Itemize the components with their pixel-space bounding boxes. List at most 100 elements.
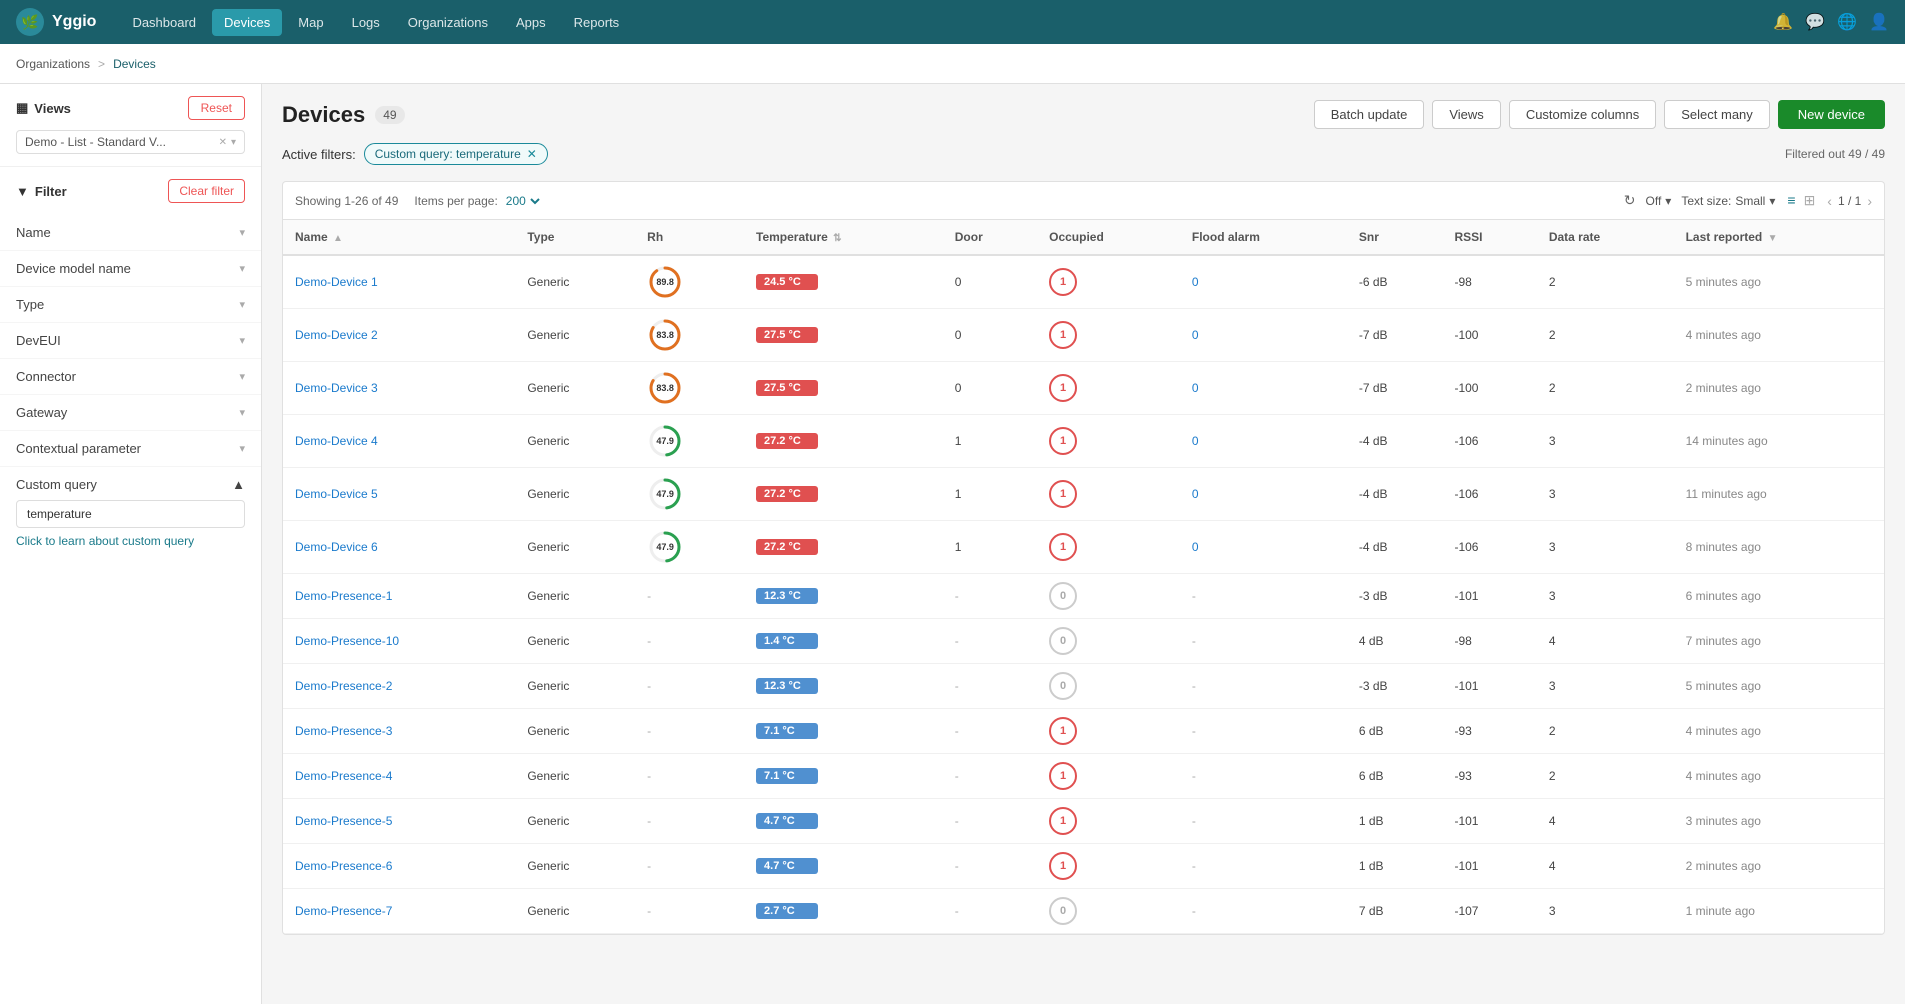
col-rssi[interactable]: RSSI bbox=[1442, 220, 1536, 255]
cell-flood: - bbox=[1180, 799, 1347, 844]
grid-view-icon[interactable]: ⊞ bbox=[1802, 190, 1818, 211]
cell-name: Demo-Device 6 bbox=[283, 521, 515, 574]
cell-datarate: 3 bbox=[1537, 415, 1674, 468]
table-row[interactable]: Demo-Device 6 Generic 47.9 27.2 °C 1 1 0… bbox=[283, 521, 1884, 574]
table-row[interactable]: Demo-Device 1 Generic 89.8 24.5 °C 0 1 0… bbox=[283, 255, 1884, 309]
col-rh[interactable]: Rh bbox=[635, 220, 744, 255]
list-view-icon[interactable]: ≡ bbox=[1785, 190, 1797, 211]
messages-icon[interactable]: 💬 bbox=[1805, 12, 1825, 32]
cell-rssi: -93 bbox=[1442, 754, 1536, 799]
filter-name[interactable]: Name ▾ bbox=[0, 215, 261, 251]
cell-door: 0 bbox=[943, 362, 1037, 415]
cell-door: - bbox=[943, 664, 1037, 709]
cell-door: - bbox=[943, 709, 1037, 754]
nav-devices[interactable]: Devices bbox=[212, 9, 282, 36]
table-row[interactable]: Demo-Presence-3 Generic - 7.1 °C - 1 - 6… bbox=[283, 709, 1884, 754]
cell-rssi: -106 bbox=[1442, 415, 1536, 468]
table-row[interactable]: Demo-Device 2 Generic 83.8 27.5 °C 0 1 0… bbox=[283, 309, 1884, 362]
cell-rh: - bbox=[635, 709, 744, 754]
globe-icon[interactable]: 🌐 bbox=[1837, 12, 1857, 32]
filter-device-model-name[interactable]: Device model name ▾ bbox=[0, 251, 261, 287]
auto-off-toggle[interactable]: Off ▾ bbox=[1646, 194, 1672, 208]
table-row[interactable]: Demo-Device 3 Generic 83.8 27.5 °C 0 1 0… bbox=[283, 362, 1884, 415]
clear-filter-button[interactable]: Clear filter bbox=[168, 179, 245, 203]
sort-icon: ⇅ bbox=[833, 233, 841, 244]
items-per-page-select[interactable]: 200 50 100 bbox=[502, 193, 543, 209]
sidebar-views-section: ▦ Views Reset Demo - List - Standard V..… bbox=[0, 84, 261, 167]
nav-organizations[interactable]: Organizations bbox=[396, 9, 500, 36]
customize-columns-button[interactable]: Customize columns bbox=[1509, 100, 1656, 129]
cell-datarate: 3 bbox=[1537, 468, 1674, 521]
text-size-selector[interactable]: Text size: Small ▾ bbox=[1681, 194, 1775, 208]
nav-map[interactable]: Map bbox=[286, 9, 335, 36]
cell-temperature: 27.2 °C bbox=[744, 415, 943, 468]
filter-deveui[interactable]: DevEUI ▾ bbox=[0, 323, 261, 359]
breadcrumb-organizations[interactable]: Organizations bbox=[16, 57, 90, 71]
col-flood-alarm[interactable]: Flood alarm bbox=[1180, 220, 1347, 255]
table-row[interactable]: Demo-Presence-5 Generic - 4.7 °C - 1 - 1… bbox=[283, 799, 1884, 844]
chevron-down-icon[interactable]: ▾ bbox=[231, 137, 236, 148]
active-filters-label: Active filters: bbox=[282, 147, 356, 162]
nav-dashboard[interactable]: Dashboard bbox=[120, 9, 208, 36]
new-device-button[interactable]: New device bbox=[1778, 100, 1885, 129]
reset-button[interactable]: Reset bbox=[188, 96, 245, 120]
cell-temperature: 27.5 °C bbox=[744, 362, 943, 415]
table-row[interactable]: Demo-Presence-2 Generic - 12.3 °C - 0 - … bbox=[283, 664, 1884, 709]
table-row[interactable]: Demo-Presence-4 Generic - 7.1 °C - 1 - 6… bbox=[283, 754, 1884, 799]
filter-tag-remove-icon[interactable]: ✕ bbox=[527, 147, 537, 161]
filter-type[interactable]: Type ▾ bbox=[0, 287, 261, 323]
user-icon[interactable]: 👤 bbox=[1869, 12, 1889, 32]
table-row[interactable]: Demo-Presence-10 Generic - 1.4 °C - 0 - … bbox=[283, 619, 1884, 664]
custom-query-help-link[interactable]: Click to learn about custom query bbox=[16, 534, 245, 548]
view-selector-text: Demo - List - Standard V... bbox=[25, 135, 215, 149]
filter-title: ▼ Filter bbox=[16, 184, 67, 199]
cell-occupied: 1 bbox=[1037, 754, 1180, 799]
select-many-button[interactable]: Select many bbox=[1664, 100, 1770, 129]
cell-type: Generic bbox=[515, 468, 635, 521]
batch-update-button[interactable]: Batch update bbox=[1314, 100, 1425, 129]
col-occupied[interactable]: Occupied bbox=[1037, 220, 1180, 255]
prev-page-button[interactable]: ‹ bbox=[1827, 193, 1832, 209]
nav-reports[interactable]: Reports bbox=[562, 9, 632, 36]
custom-query-input[interactable] bbox=[16, 500, 245, 528]
filter-contextual-parameter[interactable]: Contextual parameter ▾ bbox=[0, 431, 261, 467]
cell-last-reported: 2 minutes ago bbox=[1674, 362, 1884, 415]
col-data-rate[interactable]: Data rate bbox=[1537, 220, 1674, 255]
cell-occupied: 0 bbox=[1037, 574, 1180, 619]
col-type[interactable]: Type bbox=[515, 220, 635, 255]
col-temperature[interactable]: Temperature ⇅ bbox=[744, 220, 943, 255]
table-row[interactable]: Demo-Device 5 Generic 47.9 27.2 °C 1 1 0… bbox=[283, 468, 1884, 521]
filter-connector[interactable]: Connector ▾ bbox=[0, 359, 261, 395]
table-row[interactable]: Demo-Device 4 Generic 47.9 27.2 °C 1 1 0… bbox=[283, 415, 1884, 468]
custom-query-header[interactable]: Custom query ▲ bbox=[16, 477, 245, 492]
cell-temperature: 4.7 °C bbox=[744, 799, 943, 844]
cell-rssi: -106 bbox=[1442, 468, 1536, 521]
nav-logs[interactable]: Logs bbox=[340, 9, 392, 36]
chevron-down-icon: ▾ bbox=[1769, 194, 1775, 208]
cell-occupied: 1 bbox=[1037, 309, 1180, 362]
filter-icon: ▼ bbox=[16, 184, 29, 199]
notifications-icon[interactable]: 🔔 bbox=[1773, 12, 1793, 32]
cell-snr: -6 dB bbox=[1347, 255, 1443, 309]
col-door[interactable]: Door bbox=[943, 220, 1037, 255]
cell-type: Generic bbox=[515, 415, 635, 468]
cell-temperature: 27.5 °C bbox=[744, 309, 943, 362]
table-row[interactable]: Demo-Presence-7 Generic - 2.7 °C - 0 - 7… bbox=[283, 889, 1884, 934]
table-row[interactable]: Demo-Presence-6 Generic - 4.7 °C - 1 - 1… bbox=[283, 844, 1884, 889]
next-page-button[interactable]: › bbox=[1867, 193, 1872, 209]
cell-door: 1 bbox=[943, 468, 1037, 521]
view-selector[interactable]: Demo - List - Standard V... ✕ ▾ bbox=[16, 130, 245, 154]
col-name[interactable]: Name ▲ bbox=[283, 220, 515, 255]
views-button[interactable]: Views bbox=[1432, 100, 1500, 129]
col-last-reported[interactable]: Last reported ▼ bbox=[1674, 220, 1884, 255]
nav-apps[interactable]: Apps bbox=[504, 9, 558, 36]
app-logo[interactable]: 🌿 Yggio bbox=[16, 8, 96, 36]
cell-datarate: 4 bbox=[1537, 619, 1674, 664]
table-row[interactable]: Demo-Presence-1 Generic - 12.3 °C - 0 - … bbox=[283, 574, 1884, 619]
col-snr[interactable]: Snr bbox=[1347, 220, 1443, 255]
cell-flood: - bbox=[1180, 619, 1347, 664]
cell-rh: - bbox=[635, 889, 744, 934]
close-icon[interactable]: ✕ bbox=[219, 137, 227, 148]
filter-gateway[interactable]: Gateway ▾ bbox=[0, 395, 261, 431]
refresh-button[interactable]: ↻ bbox=[1624, 192, 1636, 209]
